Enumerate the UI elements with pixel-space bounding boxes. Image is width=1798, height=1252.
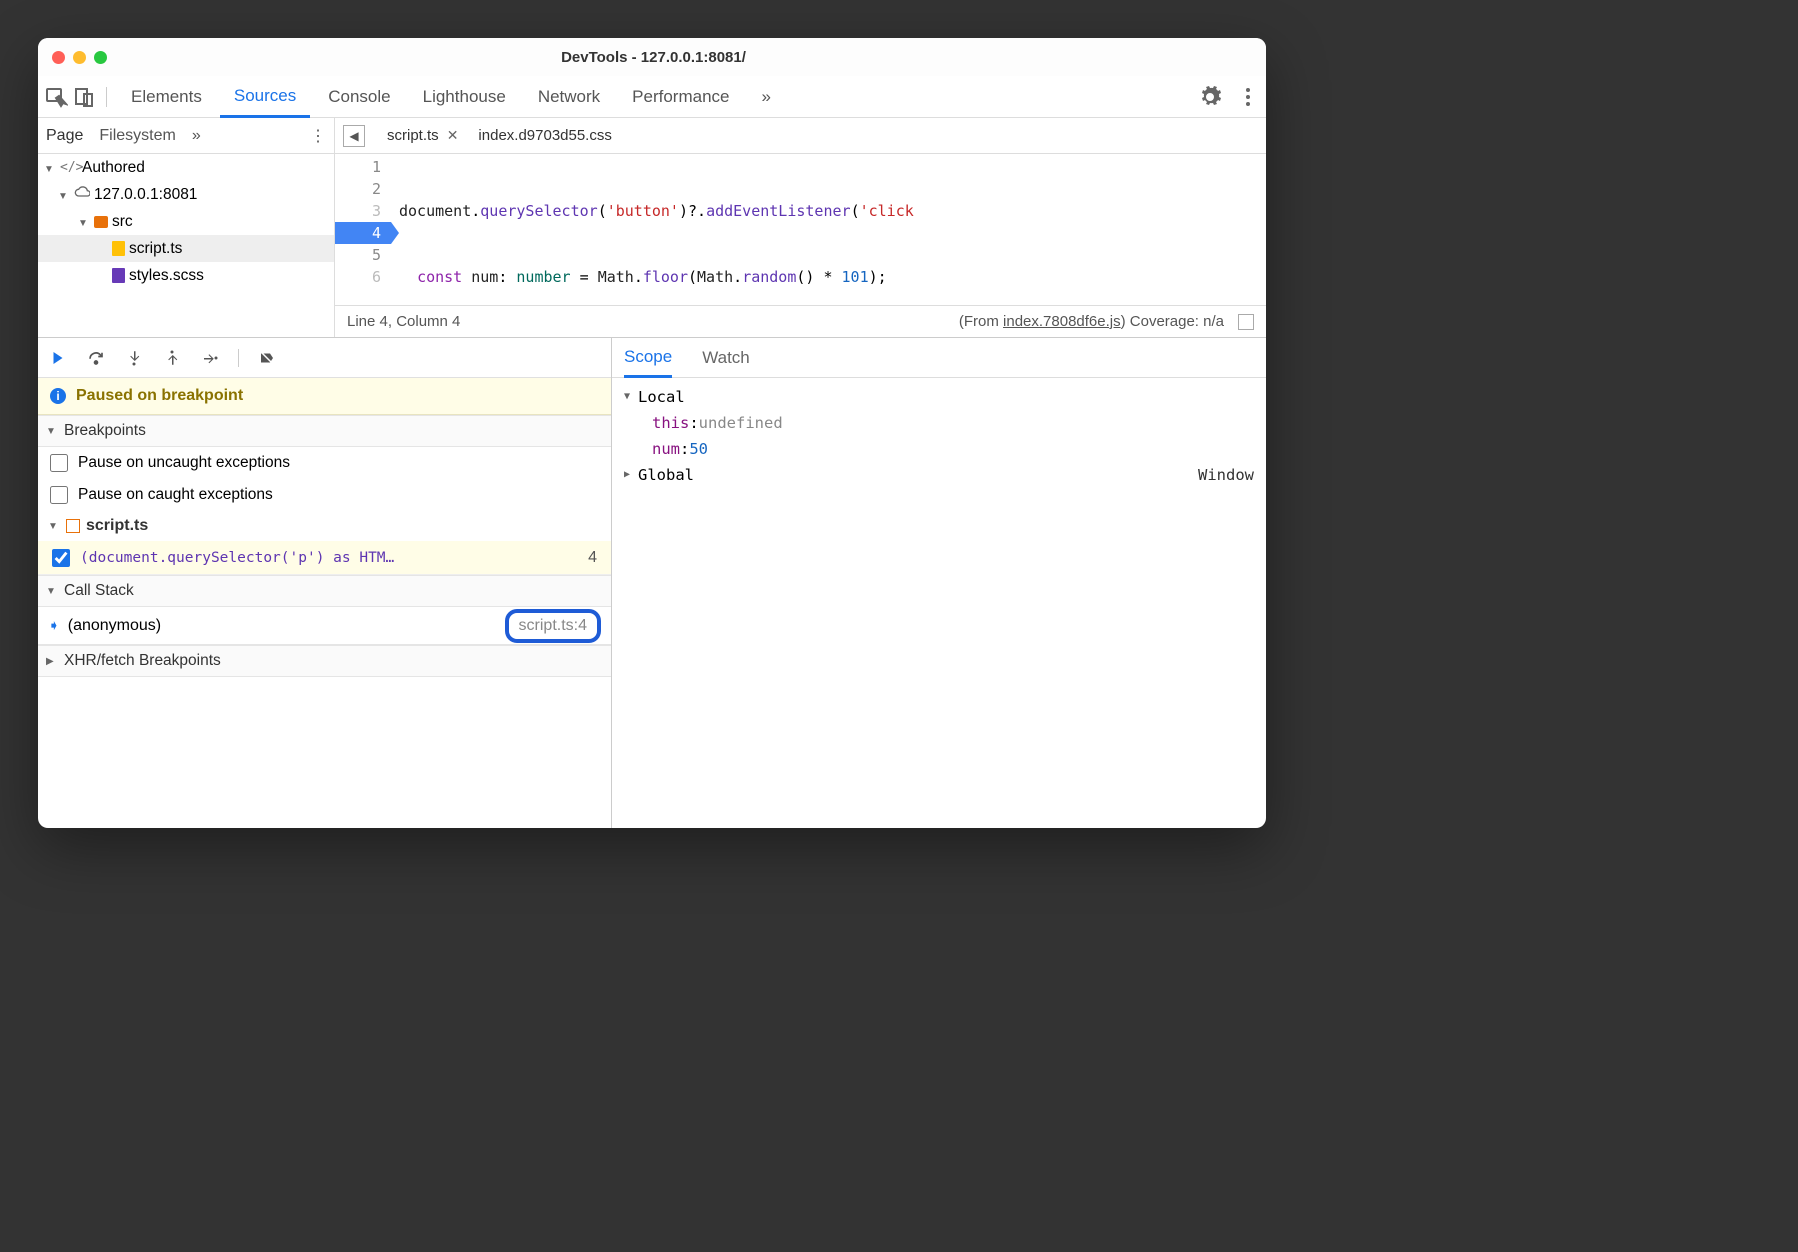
device-toolbar-icon[interactable] [72, 85, 96, 109]
coverage-toggle-icon[interactable] [1238, 314, 1254, 330]
gutter[interactable]: 1 2 3 4 5 6 [335, 154, 391, 305]
code-area[interactable]: 1 2 3 4 5 6 document.querySelector('butt… [335, 154, 1266, 305]
editor-tab-script-ts[interactable]: script.ts✕ [379, 118, 466, 153]
code-lines[interactable]: document.querySelector('button')?.addEve… [391, 154, 1266, 305]
resume-icon[interactable] [48, 348, 68, 368]
sidebar-tab-page[interactable]: Page [46, 127, 83, 145]
pause-caught-row[interactable]: Pause on caught exceptions [38, 479, 611, 511]
breakpoint-file-row[interactable]: ▼script.ts [38, 511, 611, 541]
scope-global-header[interactable]: ▶GlobalWindow [624, 462, 1254, 488]
close-tab-icon[interactable]: ✕ [447, 127, 459, 144]
section-callstack[interactable]: ▼Call Stack [38, 575, 611, 607]
tab-network[interactable]: Network [524, 76, 614, 117]
sidebar-kebab-icon[interactable]: ⋮ [310, 126, 326, 146]
pause-caught-checkbox[interactable] [50, 486, 68, 504]
file-icon [112, 241, 125, 256]
main-tabbar: Elements Sources Console Lighthouse Netw… [38, 76, 1266, 118]
scope-panel: Scope Watch ▼Local this: undefined num: … [612, 338, 1266, 828]
pause-uncaught-row[interactable]: Pause on uncaught exceptions [38, 447, 611, 479]
breakpoint-marker: 4 [335, 222, 391, 244]
pause-uncaught-checkbox[interactable] [50, 454, 68, 472]
scope-body: ▼Local this: undefined num: 50 ▶GlobalWi… [612, 378, 1266, 828]
settings-icon[interactable] [1198, 85, 1222, 109]
step-over-icon[interactable] [86, 348, 106, 368]
window-title: DevTools - 127.0.0.1:8081/ [55, 49, 1252, 66]
step-out-icon[interactable] [162, 348, 182, 368]
tab-lighthouse[interactable]: Lighthouse [409, 76, 520, 117]
info-icon: i [50, 388, 66, 404]
breakpoint-checkbox[interactable] [52, 549, 70, 567]
inspect-element-icon[interactable] [44, 85, 68, 109]
callstack-location[interactable]: script.ts:4 [505, 609, 601, 643]
source-editor: ◀ script.ts✕ index.d9703d55.css 1 2 3 4 … [335, 118, 1266, 337]
devtools-window: DevTools - 127.0.0.1:8081/ Elements Sour… [38, 38, 1266, 828]
tree-file-styles-scss[interactable]: styles.scss [38, 262, 334, 289]
tab-sources[interactable]: Sources [220, 77, 310, 118]
tab-console[interactable]: Console [314, 76, 404, 117]
tree-file-script-ts[interactable]: script.ts [38, 235, 334, 262]
tabs-overflow[interactable]: » [748, 76, 785, 117]
scope-tab-watch[interactable]: Watch [702, 338, 750, 377]
sourcemap-origin-link[interactable]: index.7808df6e.js [1003, 313, 1121, 330]
section-breakpoints[interactable]: ▼Breakpoints [38, 415, 611, 447]
sidebar-tab-filesystem[interactable]: Filesystem [99, 127, 175, 145]
section-xhr-breakpoints[interactable]: ▶XHR/fetch Breakpoints [38, 645, 611, 677]
cloud-icon [74, 184, 90, 205]
scope-var-num[interactable]: num: 50 [624, 436, 1254, 462]
sidebar-tabs-overflow[interactable]: » [192, 127, 201, 145]
scope-local-header[interactable]: ▼Local [624, 384, 1254, 410]
step-into-icon[interactable] [124, 348, 144, 368]
tab-elements[interactable]: Elements [117, 76, 216, 117]
editor-tab-index-css[interactable]: index.d9703d55.css [470, 118, 619, 153]
debugger-panel: i Paused on breakpoint ▼Breakpoints Paus… [38, 338, 612, 828]
file-icon [112, 268, 125, 283]
cursor-position: Line 4, Column 4 [347, 313, 460, 330]
code-icon: </> [60, 160, 78, 175]
step-icon[interactable] [200, 348, 220, 368]
editor-statusbar: Line 4, Column 4 (From index.7808df6e.js… [335, 305, 1266, 337]
current-frame-icon: ➧ [48, 617, 60, 634]
callstack-frame[interactable]: ➧ (anonymous) script.ts:4 [38, 607, 611, 645]
tab-performance[interactable]: Performance [618, 76, 743, 117]
deactivate-breakpoints-icon[interactable] [257, 348, 277, 368]
tree-folder-src[interactable]: src [38, 208, 334, 235]
titlebar: DevTools - 127.0.0.1:8081/ [38, 38, 1266, 76]
tree-host[interactable]: 127.0.0.1:8081 [38, 181, 334, 208]
main-content: Page Filesystem » ⋮ </>Authored 127.0.0.… [38, 118, 1266, 828]
breakpoint-file-icon [66, 519, 80, 533]
file-tree: </>Authored 127.0.0.1:8081 src script.ts… [38, 154, 334, 337]
scope-var-this[interactable]: this: undefined [624, 410, 1254, 436]
kebab-menu-icon[interactable] [1236, 85, 1260, 109]
breakpoint-entry[interactable]: (document.querySelector('p') as HTM…4 [38, 541, 611, 575]
navigator-sidebar: Page Filesystem » ⋮ </>Authored 127.0.0.… [38, 118, 335, 337]
scope-tab-scope[interactable]: Scope [624, 339, 672, 378]
tree-authored[interactable]: </>Authored [38, 154, 334, 181]
paused-banner: i Paused on breakpoint [38, 378, 611, 415]
folder-icon [94, 216, 108, 228]
toggle-navigator-icon[interactable]: ◀ [343, 125, 365, 147]
debug-controls [38, 338, 611, 378]
